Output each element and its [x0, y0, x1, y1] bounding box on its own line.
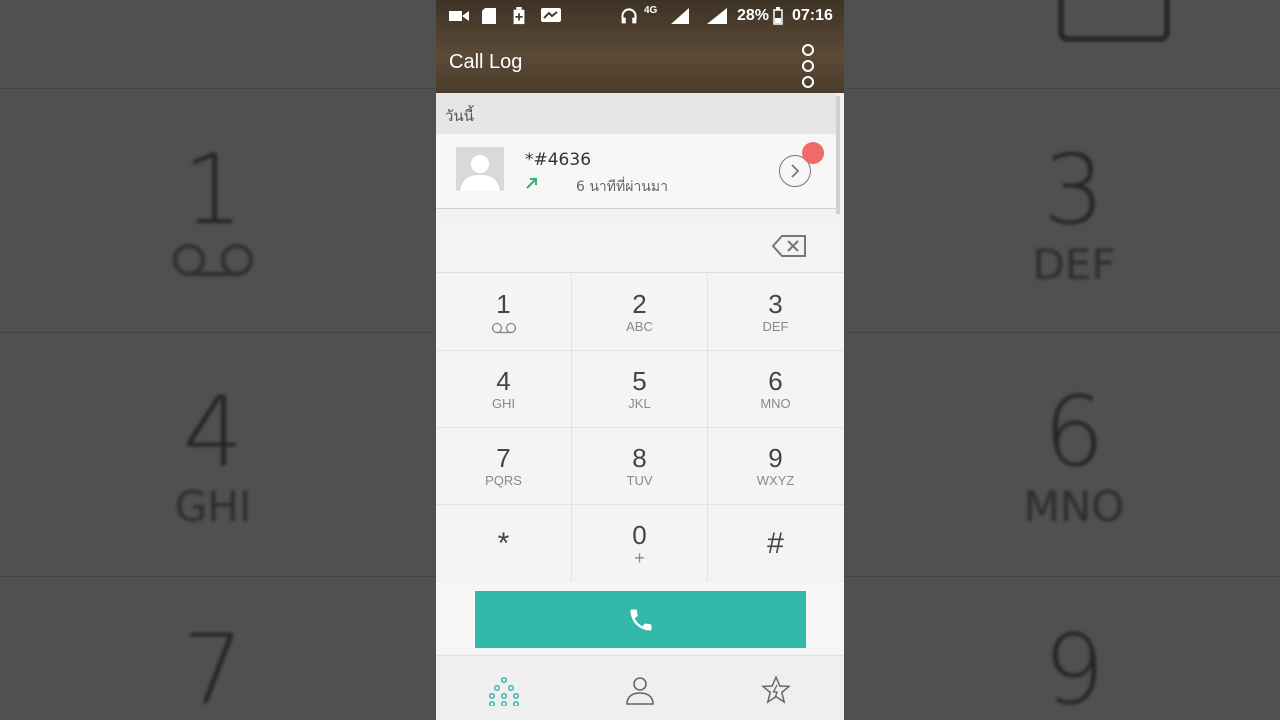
contact-avatar-icon — [456, 147, 504, 191]
backspace-icon[interactable] — [772, 234, 808, 258]
network-type: 4G — [644, 5, 658, 16]
key-0[interactable]: 0 + — [572, 505, 707, 581]
divider — [436, 427, 844, 428]
sd-card-icon — [482, 8, 496, 24]
key-star[interactable]: * — [436, 505, 571, 581]
signal-sim1-icon — [671, 8, 689, 24]
background-right-panel: 3 DEF 6 MNO 9 — [844, 0, 1280, 720]
phone-icon — [630, 609, 652, 631]
key-6[interactable]: 6 MNO — [708, 351, 843, 427]
background-key: 3 DEF — [1032, 134, 1116, 289]
status-bar: 4G 28% 07:16 — [436, 0, 844, 32]
battery-icon — [773, 7, 783, 25]
clock: 07:16 — [792, 7, 833, 24]
divider — [707, 274, 708, 582]
video-camera-icon — [449, 11, 469, 21]
background-key: 6 MNO — [1023, 376, 1125, 531]
scrollbar[interactable] — [836, 96, 840, 214]
battery-saver-icon — [513, 7, 525, 25]
key-hash[interactable]: # — [708, 505, 843, 581]
voicemail-icon — [491, 322, 516, 334]
outgoing-call-arrow-icon — [526, 178, 537, 189]
favorites-tab-icon[interactable] — [760, 674, 792, 706]
voicemail-icon — [173, 244, 253, 276]
page-title: Call Log — [449, 51, 523, 73]
background-key: 7 — [182, 614, 244, 720]
call-log-item[interactable]: *#4636 6 นาทีที่ผ่านมา — [436, 134, 836, 209]
divider — [436, 350, 844, 351]
call-button[interactable] — [475, 591, 806, 648]
notification-badge — [802, 142, 824, 164]
messenger-icon — [541, 8, 561, 22]
section-header: วันนี้ — [436, 93, 836, 134]
key-3[interactable]: 3 DEF — [708, 274, 843, 350]
key-8[interactable]: 8 TUV — [572, 428, 707, 504]
key-5[interactable]: 5 JKL — [572, 351, 707, 427]
call-area — [436, 582, 844, 654]
divider — [571, 274, 572, 582]
divider — [436, 504, 844, 505]
dial-input[interactable] — [436, 218, 844, 273]
key-9[interactable]: 9 WXYZ — [708, 428, 843, 504]
headphones-icon — [621, 8, 637, 24]
background-left-panel: 1 4 GHI 7 — [0, 0, 436, 720]
app-bar: 4G 28% 07:16 Call Log — [436, 0, 844, 93]
background-key: 1 — [113, 140, 313, 284]
bottom-navigation — [436, 655, 844, 720]
call-log-time: 6 นาทีที่ผ่านมา — [576, 179, 668, 195]
contacts-tab-icon[interactable] — [624, 674, 656, 706]
background-key: 9 — [1043, 614, 1105, 720]
signal-sim2-icon — [707, 8, 727, 24]
phone-screen: 4G 28% 07:16 Call Log วันนี้ *#4636 6 นา… — [436, 0, 844, 720]
battery-percent: 28% — [737, 7, 770, 24]
key-2[interactable]: 2 ABC — [572, 274, 707, 350]
key-4[interactable]: 4 GHI — [436, 351, 571, 427]
call-log-number: *#4636 — [525, 150, 592, 170]
dial-pad: 1 2 ABC 3 DEF 4 GHI 5 JKL 6 MNO 7 PQRS 8 TUV 9W… — [436, 274, 844, 582]
overflow-menu-icon[interactable] — [802, 44, 814, 88]
background-backspace-icon — [1058, 0, 1170, 42]
key-1[interactable]: 1 — [436, 274, 571, 350]
dialpad-tab-icon[interactable] — [488, 674, 520, 706]
key-7[interactable]: 7 PQRS — [436, 428, 571, 504]
background-key: 4 GHI — [174, 376, 252, 531]
section-label: วันนี้ — [445, 107, 474, 125]
